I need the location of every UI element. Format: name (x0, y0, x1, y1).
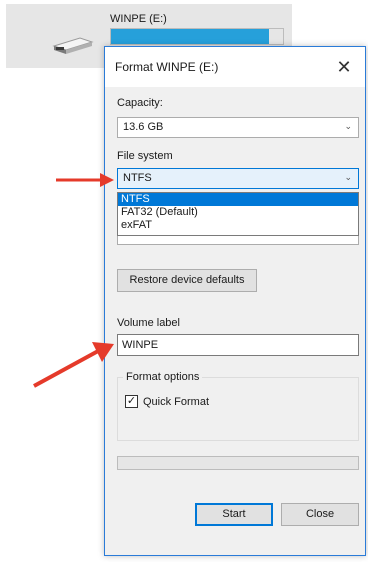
file-system-value: NTFS (123, 172, 152, 184)
restore-defaults-button[interactable]: Restore device defaults (117, 269, 257, 292)
capacity-value: 13.6 GB (123, 121, 164, 133)
volume-label-input[interactable]: WINPE (117, 334, 359, 356)
format-progress-bar (117, 456, 359, 470)
format-options-group (117, 377, 359, 441)
start-button[interactable]: Start (195, 503, 273, 526)
file-system-combo[interactable]: NTFS ⌄ (117, 168, 359, 189)
drive-usage-bar (110, 28, 284, 45)
format-options-title: Format options (123, 371, 203, 383)
option-ntfs[interactable]: NTFS (118, 193, 358, 206)
arrow-annotation-icon (33, 342, 114, 388)
capacity-label: Capacity: (117, 97, 163, 109)
quick-format-checkbox[interactable]: ✓ (125, 395, 138, 408)
quick-format-label[interactable]: Quick Format (143, 396, 209, 408)
volume-label-label: Volume label (117, 317, 180, 329)
chevron-down-icon: ⌄ (344, 172, 352, 182)
allocation-unit-combo[interactable] (117, 235, 359, 245)
file-system-dropdown: NTFS FAT32 (Default) exFAT (117, 192, 359, 236)
drive-name: WINPE (E:) (110, 13, 167, 25)
title-bar[interactable]: Format WINPE (E:) ✕ (105, 47, 365, 87)
close-button[interactable]: Close (281, 503, 359, 526)
option-fat32[interactable]: FAT32 (Default) (118, 206, 358, 219)
dialog-title: Format WINPE (E:) (115, 60, 219, 74)
option-exfat[interactable]: exFAT (118, 219, 358, 232)
arrow-annotation-icon (56, 173, 114, 187)
usb-drive-icon (52, 37, 94, 54)
format-dialog: Format WINPE (E:) ✕ Capacity: 13.6 GB ⌄ … (104, 46, 366, 556)
drive-usage-fill (111, 29, 270, 44)
capacity-combo[interactable]: 13.6 GB ⌄ (117, 117, 359, 138)
chevron-down-icon: ⌄ (344, 121, 352, 131)
close-icon[interactable]: ✕ (331, 54, 357, 80)
file-system-label: File system (117, 150, 173, 162)
